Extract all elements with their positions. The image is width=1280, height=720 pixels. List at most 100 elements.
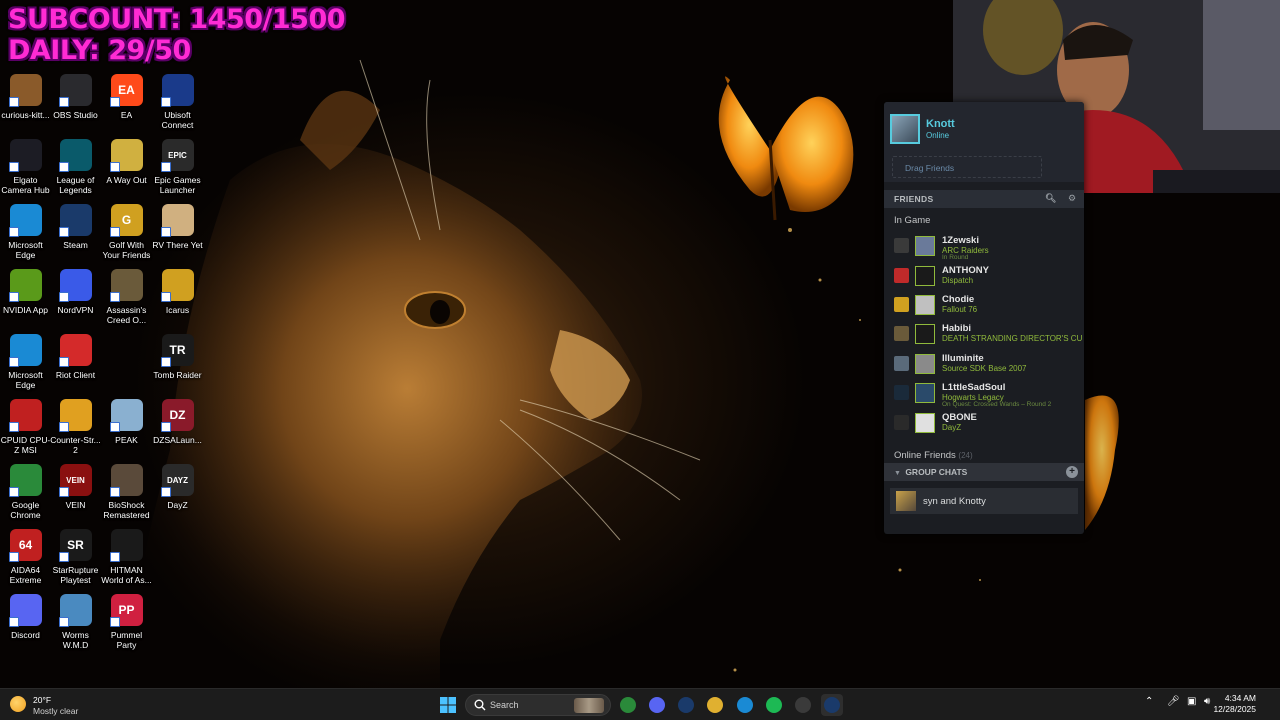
desktop-shortcut[interactable]: curious-kitt... — [0, 74, 51, 120]
desktop-shortcut[interactable]: VEIN VEIN — [50, 464, 101, 510]
friend-name: L1ttleSadSoul — [942, 382, 1006, 393]
desktop-shortcut[interactable]: OBS Studio — [50, 74, 101, 120]
vein-icon: VEIN — [58, 464, 92, 497]
desktop-shortcut[interactable]: NVIDIA App — [0, 269, 51, 315]
desktop-shortcut[interactable]: EPIC Epic Games Launcher — [152, 139, 203, 195]
cat-image-icon — [8, 74, 42, 107]
desktop-shortcut[interactable]: A Way Out — [101, 139, 152, 185]
desktop-shortcut-label: DayZ — [167, 500, 188, 510]
add-group-chat-icon[interactable]: + — [1066, 466, 1078, 478]
microphone-icon[interactable]: 🎤︎ — [1167, 696, 1180, 707]
weather-moon-icon — [10, 696, 26, 712]
drag-friends-zone[interactable]: Drag Friends — [892, 156, 1042, 178]
weather-temperature: 20°F — [33, 695, 52, 705]
nordvpn-icon — [58, 269, 92, 302]
online-friends-count: (24) — [958, 451, 973, 460]
desktop-shortcut[interactable]: 64 AIDA64 Extreme — [0, 529, 51, 585]
taskbar-app-button[interactable] — [763, 694, 785, 716]
desktop-shortcut[interactable]: PP Pummel Party — [101, 594, 152, 650]
friend-item[interactable]: Habibi DEATH STRANDING DIRECTOR'S CU — [884, 322, 1084, 350]
desktop-shortcut-label: Epic Games Launcher — [154, 175, 201, 195]
desktop-shortcut[interactable]: G Golf With Your Friends — [101, 204, 152, 260]
friend-name: 1Zewski — [942, 235, 979, 246]
search-icon[interactable]: 🔍︎ — [1045, 193, 1057, 204]
desktop-shortcut[interactable]: RV There Yet — [152, 204, 203, 250]
online-friends-label: Online Friends — [894, 450, 956, 461]
desktop-shortcut[interactable]: TR Tomb Raider — [152, 334, 203, 380]
friends-header-label: FRIENDS — [894, 194, 934, 204]
desktop-shortcut[interactable]: Elgato Camera Hub — [0, 139, 51, 195]
taskbar-app-button[interactable] — [617, 694, 639, 716]
system-clock[interactable]: 4:34 AM 12/28/2025 — [1213, 693, 1256, 715]
online-friends-toggle[interactable]: Online Friends (24) — [894, 450, 973, 461]
desktop-shortcut-label: Riot Client — [55, 370, 96, 380]
chrome-icon — [620, 697, 636, 713]
friend-item[interactable]: L1ttleSadSoul Hogwarts Legacy On Quest: Cr… — [884, 381, 1084, 409]
taskbar-app-button[interactable] — [675, 694, 697, 716]
desktop-shortcut[interactable]: EA EA — [101, 74, 152, 120]
desktop-shortcut[interactable]: HITMAN World of As... — [101, 529, 152, 585]
friend-item[interactable]: Chodie Fallout 76 — [884, 293, 1084, 321]
desktop-shortcut[interactable]: DZ DZSALaun... — [152, 399, 203, 445]
taskbar-app-button[interactable] — [704, 694, 726, 716]
desktop-shortcut[interactable]: Assassin's Creed O... — [101, 269, 152, 325]
desktop-shortcut-label: Golf With Your Friends — [102, 240, 151, 260]
network-icon[interactable]: ▣ — [1187, 696, 1196, 707]
user-name[interactable]: Knott — [926, 118, 955, 130]
group-chat-avatar — [896, 491, 916, 511]
desktop-shortcut[interactable]: Microsoft Edge — [0, 334, 51, 390]
desktop-shortcut[interactable]: Google Chrome — [0, 464, 51, 520]
desktop-shortcut[interactable]: BioShock Remastered — [101, 464, 152, 520]
friend-item[interactable]: 1Zewski ARC Raiders In Round — [884, 234, 1084, 262]
daily-overlay: DAILY: 29/50 — [8, 35, 191, 66]
desktop-shortcut[interactable]: CPUID CPU-Z MSI — [0, 399, 51, 455]
taskbar-app-button[interactable] — [734, 694, 756, 716]
user-status[interactable]: Online — [926, 131, 949, 140]
group-chats-header: ▼ GROUP CHATS + — [884, 463, 1084, 481]
desktop-shortcut-label: Discord — [11, 630, 40, 640]
friend-name: ANTHONY — [942, 265, 989, 276]
desktop-shortcut[interactable]: Riot Client — [50, 334, 101, 380]
collapse-arrow-icon[interactable]: ▼ — [894, 470, 901, 477]
friend-name: QBONE — [942, 412, 977, 423]
friend-avatar — [915, 236, 935, 256]
bioshock-icon — [109, 464, 143, 497]
friend-item[interactable]: QBONE DayZ — [884, 411, 1084, 439]
friend-name: Habibi — [942, 323, 972, 334]
taskbar-app-button[interactable] — [821, 694, 843, 716]
friend-avatar — [915, 295, 935, 315]
assassins-creed-icon — [109, 269, 143, 302]
desktop-shortcut[interactable]: Microsoft Edge — [0, 204, 51, 260]
in-game-label[interactable]: In Game — [894, 215, 930, 226]
desktop-shortcut[interactable]: Ubisoft Connect — [152, 74, 203, 130]
desktop-shortcut[interactable]: Counter-Str... 2 — [50, 399, 101, 455]
taskbar-search[interactable]: Search — [465, 694, 611, 716]
league-icon — [58, 139, 92, 172]
ubisoft-icon — [160, 74, 194, 107]
settings-icon[interactable]: ⚙ — [1068, 193, 1076, 204]
desktop-shortcut[interactable]: Discord — [0, 594, 51, 640]
desktop-shortcut[interactable]: Steam — [50, 204, 101, 250]
desktop-shortcut[interactable]: DAYZ DayZ — [152, 464, 203, 510]
friend-item[interactable]: ANTHONY Dispatch — [884, 264, 1084, 292]
user-avatar[interactable] — [890, 114, 920, 144]
friend-item[interactable]: Illuminite Source SDK Base 2007 — [884, 352, 1084, 380]
desktop-shortcut-label: Microsoft Edge — [8, 240, 43, 260]
start-button[interactable] — [437, 694, 459, 716]
desktop-shortcut[interactable]: Worms W.M.D — [50, 594, 101, 650]
group-chat-item[interactable]: syn and Knotty — [890, 488, 1078, 514]
taskbar-app-button[interactable] — [646, 694, 668, 716]
taskbar-app-button[interactable] — [792, 694, 814, 716]
desktop-shortcut[interactable]: SR StarRupture Playtest — [50, 529, 101, 585]
desktop-shortcut[interactable]: Icarus — [152, 269, 203, 315]
desktop-shortcut-label: Steam — [63, 240, 88, 250]
desktop-shortcut[interactable]: NordVPN — [50, 269, 101, 315]
desktop-shortcut[interactable]: League of Legends — [50, 139, 101, 195]
volume-icon[interactable]: 🔊︎ — [1204, 696, 1210, 707]
show-hidden-icons-chevron-icon[interactable]: ⌃ — [1145, 696, 1153, 707]
discord-icon — [649, 697, 665, 713]
friend-name: Illuminite — [942, 353, 984, 364]
desktop-shortcut-label: curious-kitt... — [1, 110, 50, 120]
nvidia-icon — [8, 269, 42, 302]
desktop-shortcut[interactable]: PEAK — [101, 399, 152, 445]
